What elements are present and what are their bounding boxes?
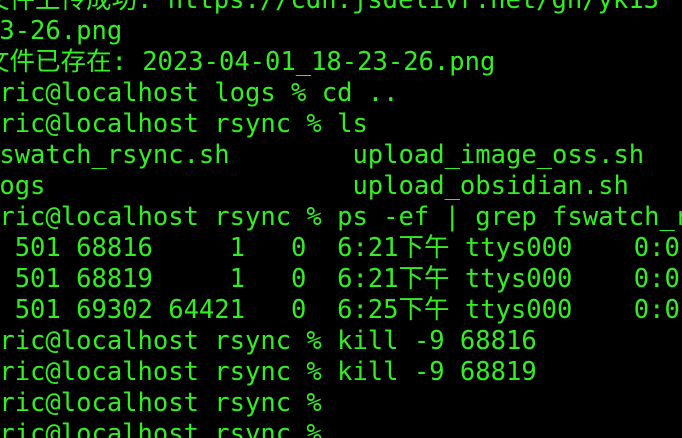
command-line-cd: eric@localhost logs % cd .. <box>0 78 399 108</box>
command-line-ls: eric@localhost rsync % ls <box>0 109 368 139</box>
command-line-kill: eric@localhost rsync % kill -9 68816 <box>0 326 537 356</box>
process-row: 501 68819 1 0 6:21下午 ttys000 0:0 <box>0 264 680 294</box>
output-line-file-exists: 文件已存在: 2023-04-01_18-23-26.png <box>0 47 496 77</box>
prompt-line: eric@localhost rsync % <box>0 388 322 418</box>
prompt-line-current[interactable]: eric@localhost rsync % <box>0 419 682 438</box>
output-line-filename-tail: 23-26.png <box>0 16 123 46</box>
terminal-window[interactable]: 文件上传成功: https://cdn.jsdelivr.net/gh/yk13… <box>0 0 682 438</box>
command-line-ps-grep: eric@localhost rsync % ps -ef | grep fsw… <box>0 202 682 232</box>
ls-output-row-1: fswatch_rsync.sh upload_image_oss.sh <box>0 140 645 170</box>
process-row: 501 68816 1 0 6:21下午 ttys000 0:0 <box>0 233 680 263</box>
ls-output-row-2: logs upload_obsidian.sh <box>0 171 629 201</box>
process-row: 501 69302 64421 0 6:25下午 ttys000 0:0 <box>0 295 680 325</box>
command-line-kill: eric@localhost rsync % kill -9 68819 <box>0 357 537 387</box>
output-line-upload-success: 文件上传成功: https://cdn.jsdelivr.net/gh/yk13 <box>0 0 659 15</box>
terminal-output: 文件上传成功: https://cdn.jsdelivr.net/gh/yk13… <box>0 0 682 438</box>
